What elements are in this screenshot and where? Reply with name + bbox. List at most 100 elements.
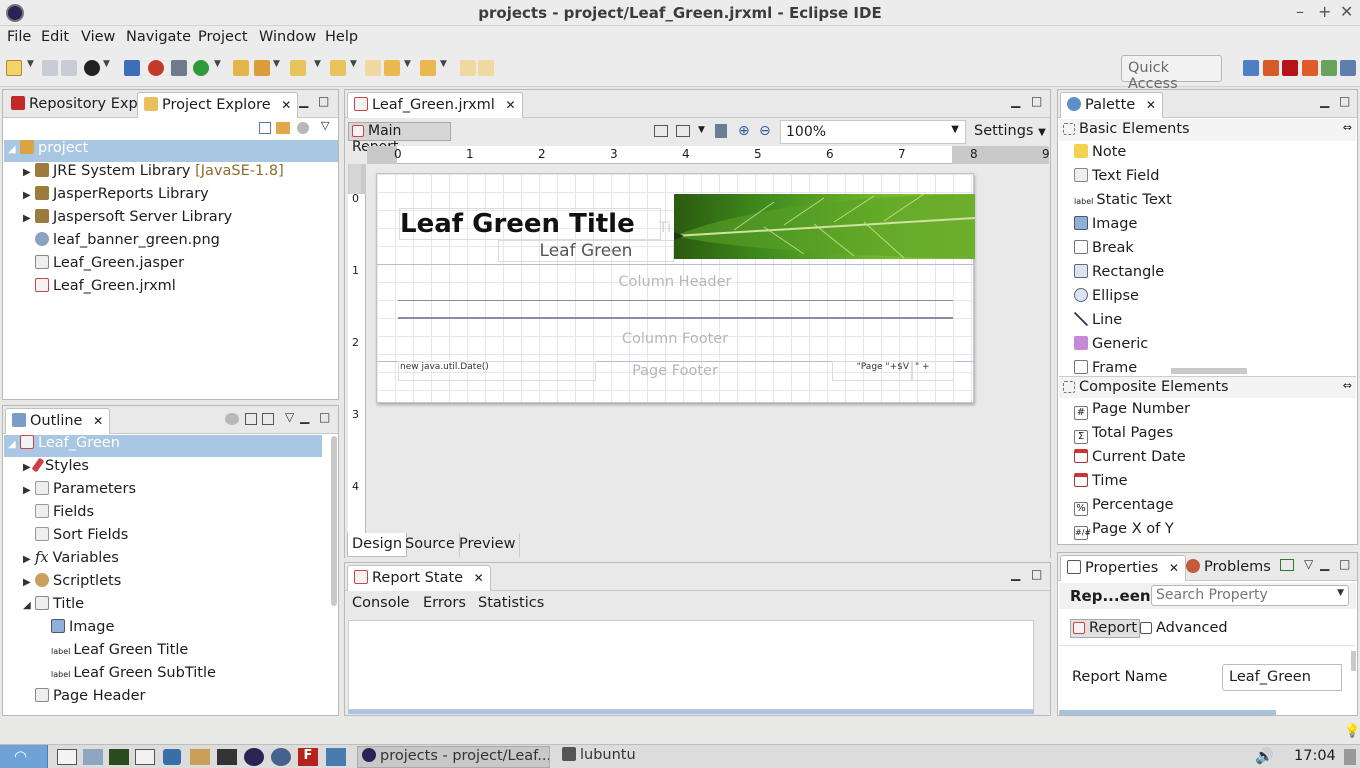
menu-project[interactable]: Project [198,29,248,45]
palette-page-number[interactable]: # Page Number [1074,401,1190,423]
menu-edit[interactable]: Edit [41,29,69,45]
zoom-out-icon[interactable]: ⊖ [759,123,771,139]
close-icon[interactable]: ✕ [474,571,484,585]
filter-icon[interactable] [297,122,309,134]
outline-item-styles[interactable]: ▶ Styles [23,457,89,480]
maximize-icon[interactable]: □ [1031,567,1042,581]
zoom-in-icon[interactable]: ⊕ [738,123,750,139]
properties-hscrollbar[interactable] [1059,710,1276,715]
view-menu-icon[interactable]: ▽ [1304,557,1313,571]
chevron-down-icon[interactable]: ▼ [273,59,280,69]
basic-elements-header[interactable]: Basic Elements ⇔ [1059,119,1356,141]
minimize-icon[interactable]: ▁ [300,410,309,424]
publish-icon[interactable] [84,60,100,76]
wand-icon[interactable] [254,60,270,76]
palette-percentage[interactable]: % Percentage [1074,497,1174,519]
tree-item-jrxml[interactable]: Leaf_Green.jrxml [35,278,176,300]
clock[interactable]: 17:04 [1294,748,1336,764]
taskbar-eclipse-window[interactable]: projects - project/Leaf... [357,746,550,768]
palette-frame[interactable]: Frame [1074,360,1137,374]
palette-break[interactable]: Break [1074,240,1134,262]
tab-problems[interactable]: Problems [1180,555,1277,581]
chevron-down-icon[interactable]: ◢ [23,600,35,611]
menu-view[interactable]: View [81,29,115,45]
outline-item-title[interactable]: ◢ Title [23,596,84,618]
console-output[interactable] [348,620,1034,710]
minimize-icon[interactable]: ▁ [299,94,308,108]
leaf-banner-image[interactable] [674,194,975,259]
collapse-icon[interactable]: ⇔ [1343,121,1352,134]
tab-errors[interactable]: Errors [423,595,466,611]
run-icon[interactable] [193,60,209,76]
outline-item-image[interactable]: Image [51,619,114,641]
open-folder-icon[interactable] [233,60,249,76]
collapse-icon[interactable]: ⇔ [1343,379,1352,392]
server-icon[interactable] [171,60,187,76]
chevron-down-icon[interactable]: ▼ [27,59,34,69]
close-icon[interactable]: ✕ [93,414,103,428]
taskbar-folder-window[interactable]: lubuntu [558,746,668,768]
file-manager-icon[interactable] [83,749,103,765]
tab-advanced[interactable]: Advanced [1140,619,1228,638]
outline-item-page-header[interactable]: Page Header [35,688,146,710]
debug-icon[interactable] [148,60,164,76]
back-icon[interactable] [384,60,400,76]
chevron-right-icon[interactable]: ▶ [23,577,35,588]
tab-report[interactable]: Report [1070,619,1141,638]
console-scrollbar[interactable] [348,710,1034,714]
view-menu-icon[interactable]: ▽ [321,119,329,132]
chevron-right-icon[interactable]: ▶ [23,213,35,224]
grid-icon[interactable] [676,125,690,137]
show-desktop-icon[interactable] [1344,749,1356,765]
maximize-icon[interactable]: □ [1339,94,1350,108]
date-text-field[interactable]: new java.util.Date() [398,361,596,381]
tab-report-state[interactable]: Report State ✕ [347,565,491,591]
tab-preview[interactable]: Preview [455,533,521,557]
last-edit-icon[interactable] [365,60,381,76]
tab-leaf-green-jrxml[interactable]: Leaf_Green.jrxml ✕ [347,92,523,118]
settings-dropdown[interactable]: Settings ▼ [971,120,1049,144]
page-number-text-field[interactable]: "Page "+$V [832,361,912,381]
layout-icon[interactable] [262,413,274,425]
palette-time[interactable]: Time [1074,473,1128,495]
chevron-down-icon[interactable]: ◢ [8,439,20,450]
pgadmin-icon[interactable] [271,748,291,766]
report-design-icon[interactable] [1263,60,1279,76]
chevron-right-icon[interactable]: ▶ [23,554,35,565]
minimize-icon[interactable]: ▁ [1011,567,1020,581]
chevron-down-icon[interactable]: ▼ [440,59,447,69]
outline-item-leaf-green-subtitle[interactable]: label Leaf Green SubTitle [51,665,216,687]
tab-repository-explorer[interactable]: Repository Exp [5,92,144,118]
page-total-text-field[interactable]: " + [912,361,954,381]
jasper-perspective-icon[interactable] [1243,60,1259,76]
minimize-icon[interactable]: ▁ [1320,94,1329,108]
chevron-down-icon[interactable]: ◢ [8,144,20,155]
debug-perspective-icon[interactable] [1321,60,1337,76]
tree-item-project[interactable]: ◢ project [4,140,338,162]
maximize-icon[interactable]: □ [318,94,329,108]
palette-current-date[interactable]: Current Date [1074,449,1186,471]
filezilla-icon[interactable]: F [298,748,318,766]
link-editor-icon[interactable] [276,122,290,134]
tab-statistics[interactable]: Statistics [478,595,544,611]
text-editor-icon[interactable] [135,749,155,765]
tree-item-jre[interactable]: ▶ JRE System Library [JavaSE-1.8] [23,163,284,185]
tab-properties[interactable]: Properties ✕ [1060,555,1186,581]
report-name-input[interactable]: Leaf_Green [1222,664,1342,691]
chevron-down-icon[interactable]: ▼ [1337,588,1344,598]
tab-outline[interactable]: Outline ✕ [5,408,111,434]
menu-window[interactable]: Window [259,29,316,45]
minimize-icon[interactable]: – [1296,2,1304,21]
system-monitor-icon[interactable] [217,749,237,765]
palette-static-text[interactable]: label Static Text [1074,192,1172,214]
search-property-input[interactable]: Search Property ▼ [1151,585,1349,606]
properties-scrollbar[interactable] [1351,651,1356,671]
maximize-icon[interactable]: □ [319,410,330,424]
export-icon[interactable] [715,124,727,138]
layout-icon[interactable] [654,125,668,137]
maximize-icon[interactable]: □ [1339,557,1350,571]
chevron-right-icon[interactable]: ▶ [23,190,35,201]
outline-item-leaf-green-title[interactable]: label Leaf Green Title [51,642,188,664]
palette-scroll-handle[interactable] [1171,368,1247,374]
menu-navigate[interactable]: Navigate [126,29,191,45]
